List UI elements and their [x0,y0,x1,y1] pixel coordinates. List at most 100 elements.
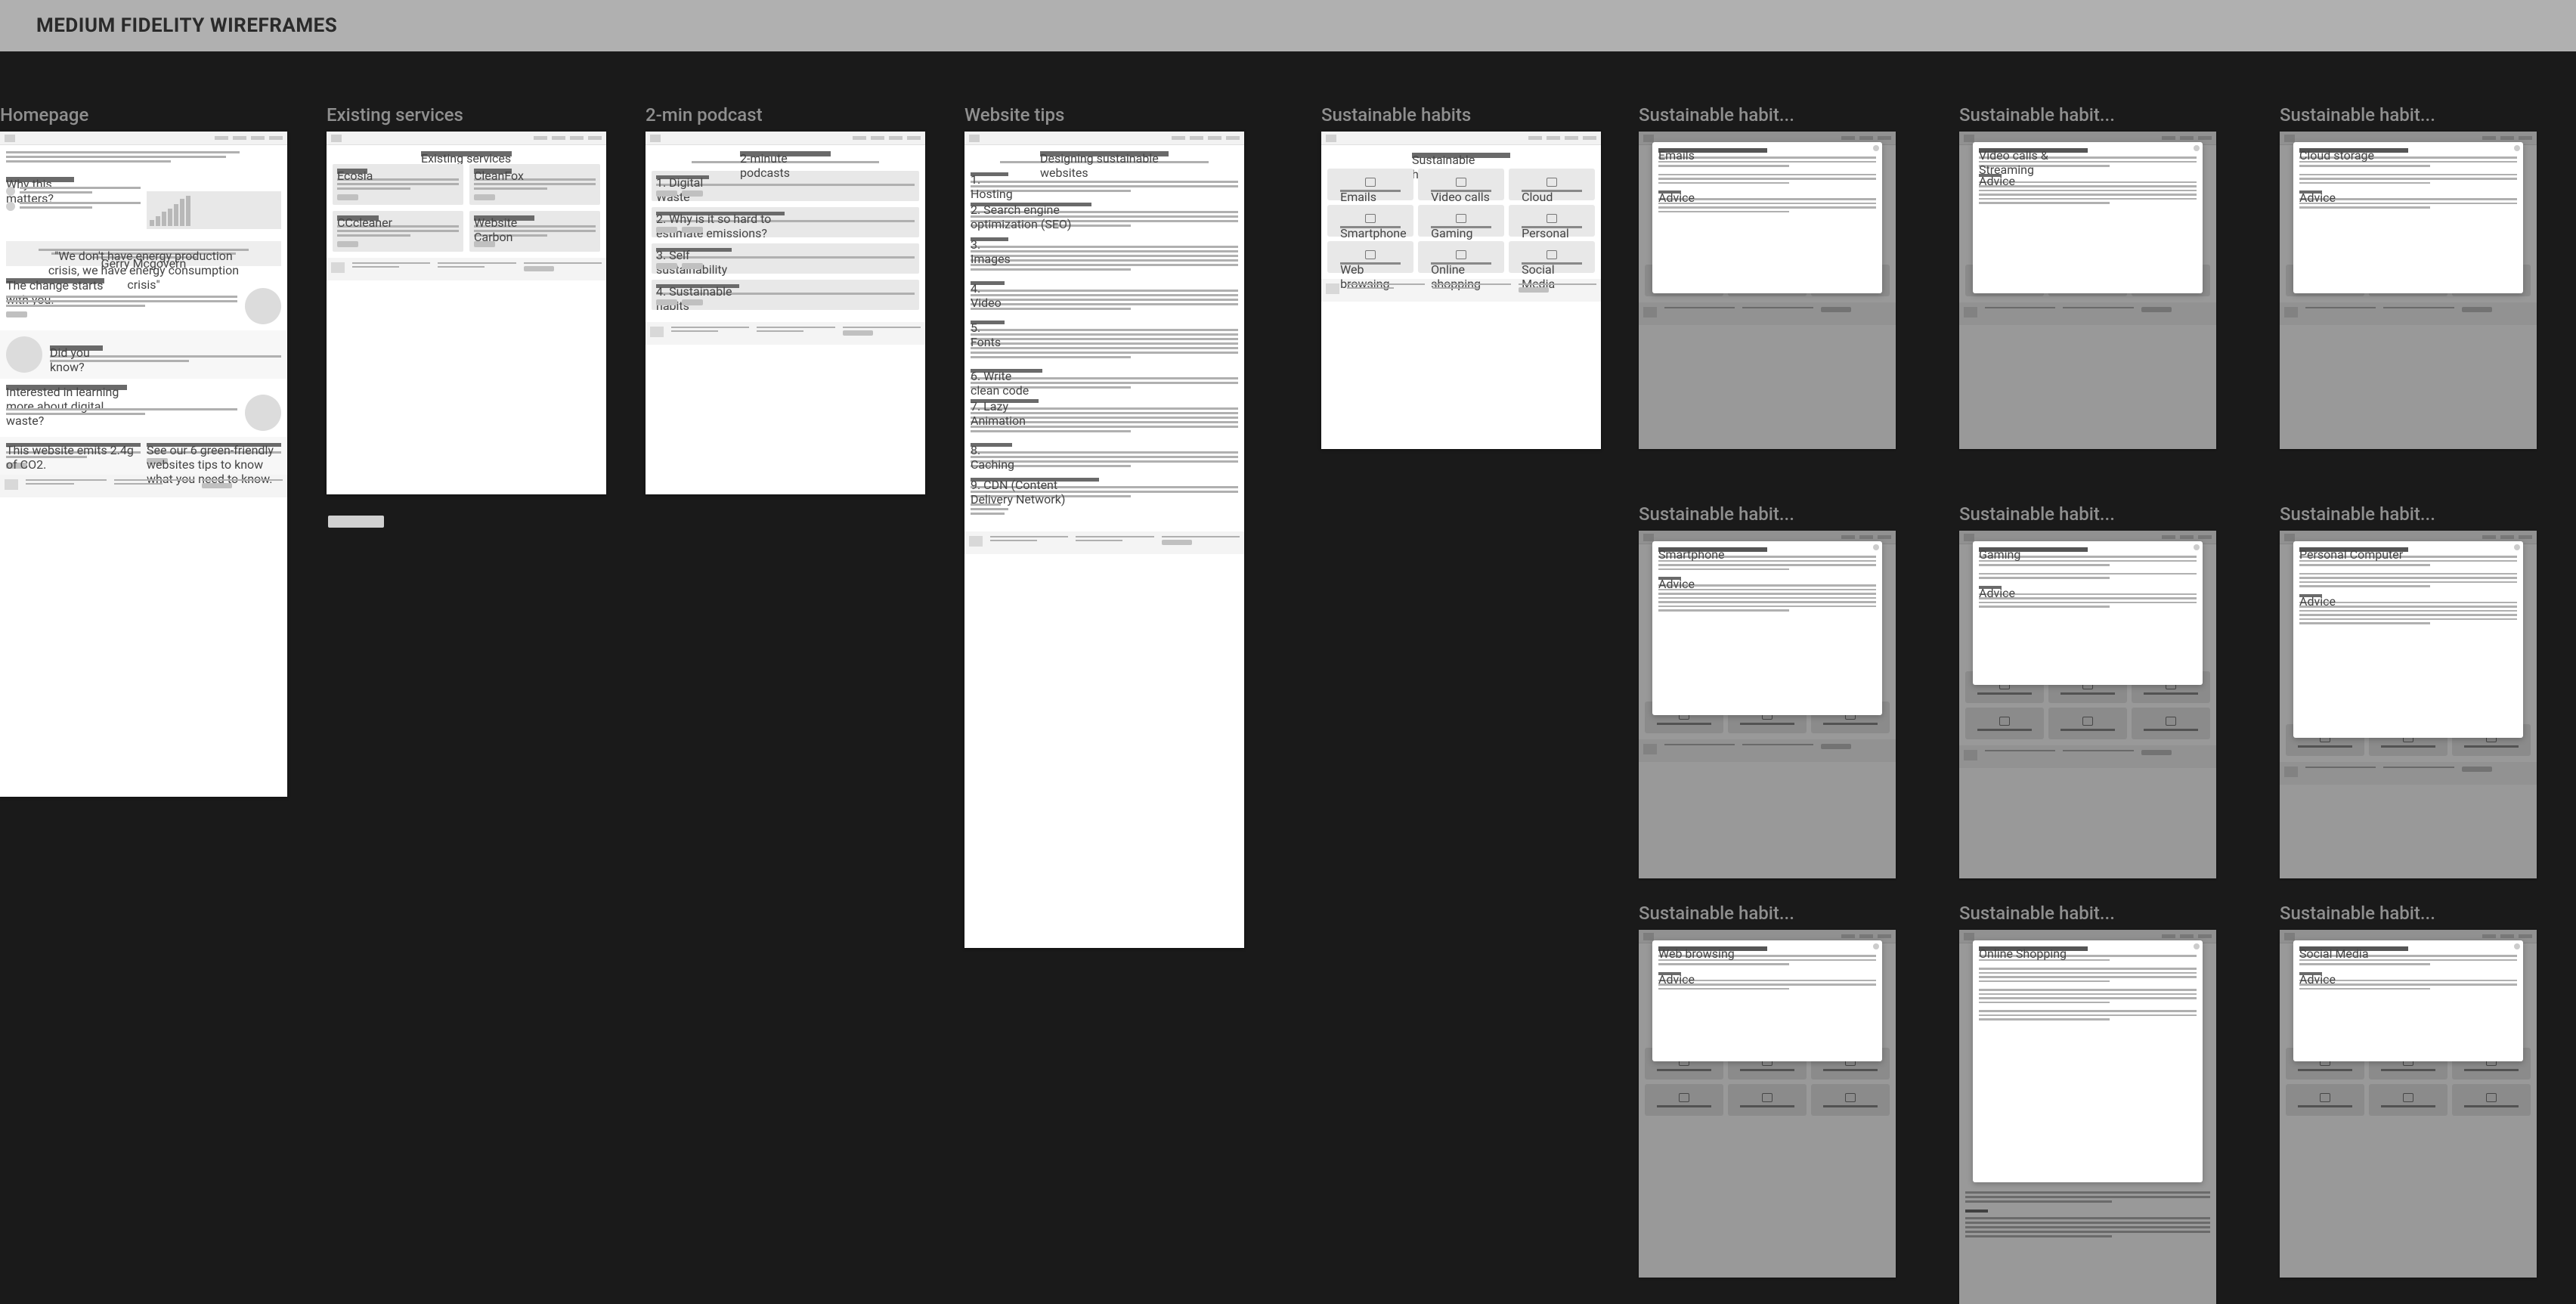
frame-label: Sustainable habits [1321,104,1601,125]
frame-podcast[interactable]: 2-min podcast 2-minute podcasts 1. Digit… [646,104,925,494]
nav-link[interactable] [251,136,265,140]
share-icon [1547,250,1557,259]
frame-label: Sustainable habit... [1639,503,1896,525]
frame-sh-social[interactable]: Sustainable habit... Social Media Advice [2280,903,2537,1278]
why-section: Why this matters? [0,171,287,235]
frame-sh-gaming[interactable]: Sustainable habit... Gaming Advice [1959,503,2216,878]
image-placeholder-icon [245,395,281,431]
video-icon [1456,178,1466,187]
close-icon[interactable] [2194,145,2200,151]
download-button[interactable] [682,190,703,197]
service-link-button[interactable] [474,194,495,200]
bullet-icon [6,202,15,211]
frame-website-tips[interactable]: Website tips Designing sustainable websi… [964,104,1244,948]
frame-sh-browsing[interactable]: Sustainable habit... Web browsing Advice [1639,903,1896,1278]
nav-link[interactable] [233,136,246,140]
cart-icon [2403,1093,2413,1102]
close-icon[interactable] [2194,943,2200,949]
play-button[interactable] [656,227,677,233]
service-link-button[interactable] [337,241,358,247]
habit-shopping[interactable]: Online shopping [1418,241,1504,273]
frame-sh-video[interactable]: Sustainable habit... Video calls & Strea… [1959,104,2216,449]
podcast-item[interactable]: 2. Why is it so hard to estimate emissio… [652,207,919,237]
habit-smartphone[interactable]: Smartphone [1327,205,1413,237]
frame-label: Sustainable habit... [1639,104,1896,125]
habit-gaming[interactable]: Gaming [1418,205,1504,237]
artboard-homepage[interactable]: Why this matters? [0,132,287,797]
modal-heading: Personal Computer [2299,547,2408,552]
artboard-podcast[interactable]: 2-minute podcasts 1. Digital Waste 2. Wh… [646,132,925,494]
newsletter-button[interactable] [524,266,554,271]
newsletter-button[interactable] [202,483,232,488]
logo-icon [1326,135,1336,142]
cloud-icon [1547,178,1557,187]
download-button[interactable] [682,263,703,269]
nav-row [0,132,287,145]
frame-sh-pc[interactable]: Sustainable habit... Personal Computer A… [2280,503,2537,878]
page-heading: Existing services [421,151,512,156]
quote-text: "We don't have energy production crisis,… [39,249,249,251]
nav-links [215,136,283,140]
play-button[interactable] [656,190,677,197]
close-icon[interactable] [2194,544,2200,550]
frame-homepage[interactable]: Homepage Why this matters? [0,104,287,797]
close-icon[interactable] [2514,943,2520,949]
cta-button[interactable] [6,311,27,317]
habit-video[interactable]: Video calls & Streaming [1418,169,1504,200]
habit-emails[interactable]: Emails [1327,169,1413,200]
play-button[interactable] [656,299,677,305]
close-icon[interactable] [2514,145,2520,151]
newsletter-button[interactable] [1162,540,1192,545]
podcast-item[interactable]: 3. Self sustainability [652,243,919,274]
artboard-existing-services[interactable]: Existing services Ecosia CleanFox CCclea… [327,132,606,494]
download-button[interactable] [682,227,703,233]
frame-sh-shopping[interactable]: Sustainable habit... Online Shopping [1959,903,2216,1304]
nav-link[interactable] [269,136,283,140]
habit-social[interactable]: Social Media [1509,241,1595,273]
globe-icon [1999,717,2010,726]
habit-cloud[interactable]: Cloud storage [1509,169,1595,200]
frame-label: Sustainable habit... [1959,903,2216,924]
close-icon[interactable] [2514,544,2520,550]
download-button[interactable] [682,299,703,305]
habit-pc[interactable]: Personal computer [1509,205,1595,237]
nav-link[interactable] [215,136,228,140]
podcast-item[interactable]: 4. Sustainable habits [652,280,919,310]
frame-sh-smartphone[interactable]: Sustainable habit... Smartphone Advice [1639,503,1896,878]
chart-placeholder [147,191,281,229]
frame-sustainable-habits[interactable]: Sustainable habits Sustainable habits Em… [1321,104,1601,449]
hero-text [0,145,287,171]
modal-heading: Social Media [2299,946,2408,951]
artboard-sustainable-habits[interactable]: Sustainable habits Emails Video calls & … [1321,132,1601,449]
frame-sh-emails[interactable]: Sustainable habit... Emails Advice [1639,104,1896,449]
service-card-website-carbon[interactable]: Website Carbon [469,211,600,252]
artboard-website-tips[interactable]: Designing sustainable websites 1. Hostin… [964,132,1244,948]
logo-icon [331,135,342,142]
service-card-cccleaner[interactable]: CCcleaner [333,211,463,252]
close-icon[interactable] [1873,145,1879,151]
footer-logo-icon [650,327,664,337]
nav-row [327,132,606,145]
frame-existing-services[interactable]: Existing services Existing services Ecos… [327,104,606,494]
service-card-cleanfox[interactable]: CleanFox [469,164,600,205]
nav-row [964,132,1244,145]
close-icon[interactable] [1873,943,1879,949]
close-icon[interactable] [1873,544,1879,550]
share-icon [2486,1093,2497,1102]
tip-section: 7. Lazy Animation [971,399,1238,432]
tip-section: 5. Fonts [971,321,1238,358]
frame-sh-cloud[interactable]: Sustainable habit... Cloud storage Advic… [2280,104,2537,449]
habit-browsing[interactable]: Web browsing [1327,241,1413,273]
detached-element[interactable] [328,516,384,528]
service-card-ecosia[interactable]: Ecosia [333,164,463,205]
tip-section: 3. Images [971,237,1238,271]
play-button[interactable] [656,263,677,269]
service-link-button[interactable] [337,194,358,200]
newsletter-button[interactable] [843,330,873,336]
emissions-section: This website emits 2.4g of CO2. See our … [0,437,287,475]
frame-label: Sustainable habit... [1639,903,1896,924]
modal-smartphone: Smartphone Advice [1652,541,1882,715]
image-placeholder-icon [6,336,42,373]
newsletter-button[interactable] [1519,287,1549,293]
canvas[interactable]: Homepage Why this matters? [0,51,2576,1304]
